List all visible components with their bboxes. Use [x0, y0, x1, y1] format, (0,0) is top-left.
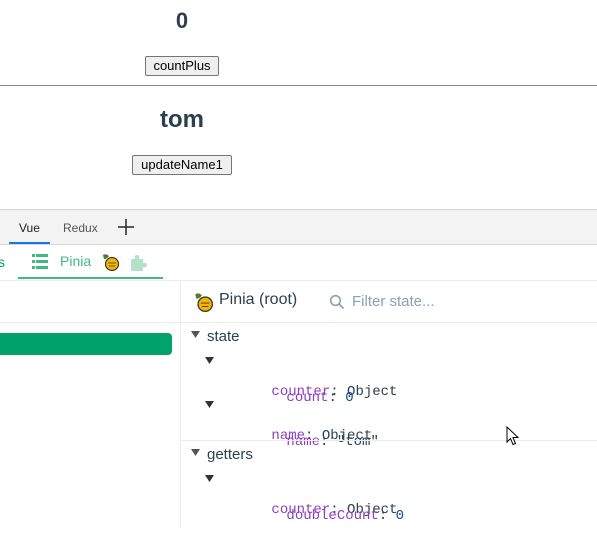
- state-inspector-pane: Pinia (root) state counter: Object count…: [181, 281, 597, 528]
- devtools-panel: Vue Redux s Pinia Pinia (root) Filter st…: [0, 209, 597, 528]
- tab-pinia[interactable]: Pinia: [18, 245, 163, 279]
- count-plus-button[interactable]: countPlus: [145, 56, 219, 76]
- state-count-row: count: 0: [286, 390, 354, 406]
- filter-state-input[interactable]: [350, 289, 550, 313]
- list-icon: [32, 254, 48, 269]
- state-name-row[interactable]: name: Object: [205, 396, 372, 444]
- caret-down-icon: [191, 331, 200, 338]
- inspector-title: Pinia (root): [219, 291, 298, 308]
- puzzle-icon: [131, 255, 147, 271]
- state-name-value-row: name: "tom": [286, 434, 379, 450]
- mouse-cursor-icon: [506, 426, 520, 446]
- pinia-tab-label: Pinia: [60, 253, 92, 269]
- vue-devtools-tabs: s Pinia: [0, 245, 597, 281]
- tree-value: "tom": [336, 434, 379, 450]
- caret-down-icon[interactable]: [205, 475, 214, 482]
- tree-key: name: [286, 434, 321, 450]
- pinia-logo-icon: [195, 293, 214, 313]
- store-list-header: [0, 281, 181, 323]
- getters-doublecount-row: doubleCount: 0: [286, 508, 405, 524]
- devtools-tab-bar: Vue Redux: [0, 210, 597, 245]
- state-section-label: state: [207, 328, 240, 345]
- caret-down-icon[interactable]: [205, 401, 214, 408]
- name-value: tom: [160, 106, 204, 133]
- inspector-header: Pinia (root): [181, 281, 597, 323]
- tree-value: 0: [395, 508, 405, 524]
- store-list-pane: [0, 281, 181, 528]
- state-counter-row[interactable]: counter: Object: [205, 352, 397, 400]
- divider: [181, 440, 597, 441]
- count-value: 0: [175, 8, 189, 33]
- name-section: tom updateName1: [0, 85, 597, 209]
- tab-redux[interactable]: Redux: [53, 210, 108, 244]
- getters-counter-row[interactable]: counter: Object: [205, 470, 397, 518]
- counter-section: 0 countPlus: [0, 0, 597, 85]
- caret-down-icon: [191, 449, 200, 456]
- tab-vue[interactable]: Vue: [9, 210, 50, 244]
- selected-store-item[interactable]: [0, 333, 172, 355]
- search-icon: [329, 294, 345, 310]
- plus-icon[interactable]: [116, 217, 136, 237]
- caret-down-icon[interactable]: [205, 357, 214, 364]
- update-name-button[interactable]: updateName1: [132, 155, 232, 175]
- tab-previous-fragment[interactable]: s: [0, 254, 5, 270]
- tree-key: doubleCount: [286, 508, 379, 524]
- getters-section-label: getters: [207, 446, 253, 463]
- pinia-logo-icon: [103, 254, 120, 272]
